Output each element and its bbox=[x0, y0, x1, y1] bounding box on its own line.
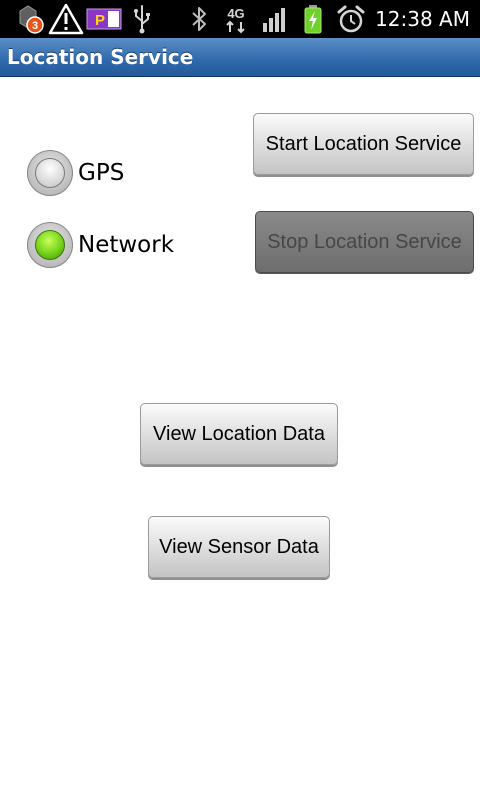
bluetooth-icon bbox=[192, 7, 206, 31]
clock: 12:38 AM bbox=[375, 7, 470, 31]
view-location-data-button[interactable]: View Location Data bbox=[140, 403, 338, 465]
notification-count: 3 bbox=[32, 20, 38, 32]
parking-label: P bbox=[95, 12, 105, 29]
network-type: 4G bbox=[227, 6, 244, 21]
app-notification-icon: 3 bbox=[19, 5, 44, 34]
network-radio-button[interactable] bbox=[27, 222, 73, 268]
start-location-service-button[interactable]: Start Location Service bbox=[253, 113, 474, 175]
usb-icon bbox=[134, 5, 150, 34]
gps-radio-indicator bbox=[35, 158, 65, 188]
gps-label: GPS bbox=[78, 160, 125, 186]
view-sensor-data-button[interactable]: View Sensor Data bbox=[148, 516, 330, 578]
alarm-icon bbox=[337, 5, 365, 33]
gps-radio-button[interactable] bbox=[27, 150, 73, 196]
page-title: Location Service bbox=[7, 45, 194, 69]
network-radio-indicator bbox=[35, 230, 65, 260]
4g-data-icon: 4G bbox=[226, 6, 245, 34]
signal-icon bbox=[263, 8, 285, 32]
warning-icon bbox=[48, 3, 84, 35]
stop-location-service-button[interactable]: Stop Location Service bbox=[255, 211, 474, 273]
title-bar: Location Service bbox=[0, 38, 480, 77]
status-bar: 3 P 4G 12:38 AM bbox=[0, 0, 480, 38]
network-label: Network bbox=[78, 232, 175, 258]
battery-charging-icon bbox=[304, 5, 322, 34]
parking-icon: P bbox=[86, 8, 122, 30]
